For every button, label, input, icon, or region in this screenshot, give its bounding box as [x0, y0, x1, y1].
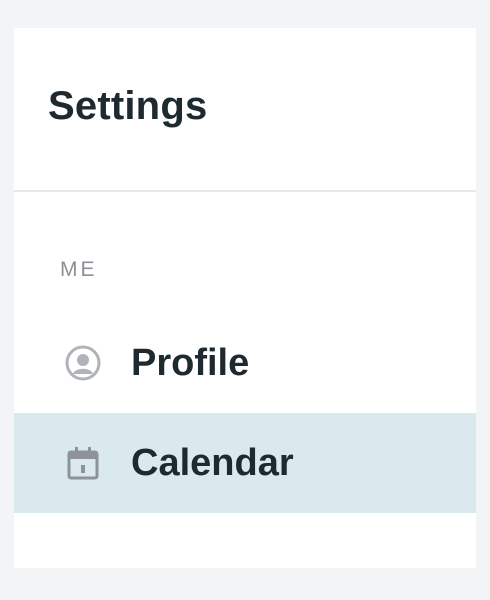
menu-item-label: Calendar	[131, 442, 294, 484]
page-title: Settings	[48, 84, 208, 128]
user-circle-icon	[64, 344, 102, 382]
menu-item-calendar[interactable]: Calendar	[14, 413, 476, 513]
settings-panel: Settings ME Profile Calendar	[14, 28, 476, 568]
panel-header: Settings	[14, 28, 476, 192]
settings-menu: Profile Calendar	[14, 313, 476, 513]
section-label-me: ME	[60, 258, 98, 281]
calendar-icon	[64, 444, 102, 482]
menu-item-profile[interactable]: Profile	[14, 313, 476, 413]
menu-item-label: Profile	[131, 342, 250, 384]
